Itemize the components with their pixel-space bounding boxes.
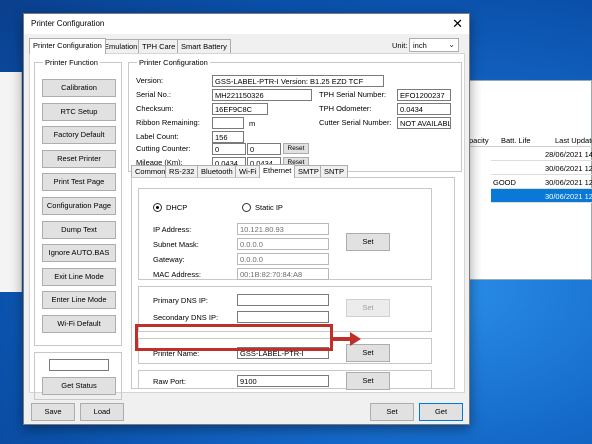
title-bar: Printer Configuration ✕ — [24, 14, 469, 34]
dump-text-button[interactable]: Dump Text — [42, 221, 116, 239]
printer-configuration-dialog: Printer Configuration ✕ Printer Configur… — [23, 13, 470, 425]
tab-smtp[interactable]: SMTP — [294, 165, 323, 177]
tab-printer-configuration[interactable]: Printer Configuration — [29, 38, 106, 54]
label-count-field[interactable]: 156 — [212, 131, 244, 143]
save-button[interactable]: Save — [31, 403, 75, 421]
enter-line-mode-button[interactable]: Enter Line Mode — [42, 291, 116, 309]
calibration-button[interactable]: Calibration — [42, 79, 116, 97]
gateway-field[interactable]: 0.0.0.0 — [237, 253, 329, 265]
group-title: Printer Configuration — [137, 58, 210, 67]
set-dns-button[interactable]: Set — [346, 299, 390, 317]
tab-ethernet[interactable]: Ethernet — [259, 164, 296, 178]
set-ip-button[interactable]: Set — [346, 233, 390, 251]
red-arrow-icon — [332, 332, 361, 346]
configuration-page-button[interactable]: Configuration Page — [42, 197, 116, 215]
ignore-autobas-button[interactable]: Ignore AUTO.BAS — [42, 244, 116, 262]
status-field[interactable] — [49, 359, 109, 371]
tab-rs232[interactable]: RS-232 — [165, 165, 199, 177]
factory-default-button[interactable]: Factory Default — [42, 126, 116, 144]
load-button[interactable]: Load — [80, 403, 124, 421]
tab-sntp[interactable]: SNTP — [320, 165, 349, 177]
cutting-counter-field-a[interactable]: 0 — [212, 143, 246, 155]
table-row[interactable]: 28/06/2021 14: — [491, 147, 592, 161]
tab-common[interactable]: Common — [131, 165, 170, 177]
table-row[interactable]: GOOD 30/06/2021 12: — [491, 175, 592, 189]
status-group: Get Status — [34, 352, 122, 400]
column-last-update: Last Update — [555, 136, 592, 145]
cutter-serial-field[interactable]: NOT AVAILABLE — [397, 117, 451, 129]
dhcp-radio[interactable] — [153, 203, 162, 212]
tab-bluetooth[interactable]: Bluetooth — [197, 165, 237, 177]
tab-emulation[interactable]: Emulation — [100, 39, 142, 53]
background-window-edge — [0, 72, 22, 292]
table-row[interactable]: 30/06/2021 12: — [491, 161, 592, 175]
unit-select[interactable]: inch ⌄ — [409, 38, 459, 52]
serial-number-field[interactable]: MH221150326 — [212, 89, 312, 101]
window-title: Printer Configuration — [31, 19, 105, 28]
rtc-setup-button[interactable]: RTC Setup — [42, 103, 116, 121]
group-title: Printer Function — [43, 58, 100, 67]
subnet-mask-field[interactable]: 0.0.0.0 — [237, 238, 329, 250]
wifi-default-button[interactable]: Wi-Fi Default — [42, 315, 116, 333]
mac-address-field[interactable]: 00:1B:82:70:84:A8 — [237, 268, 329, 280]
column-capacity: pacity — [469, 136, 489, 145]
reset-cutting-button[interactable]: Reset — [283, 143, 309, 154]
raw-port-group: Raw Port: 9100 Set — [138, 370, 432, 390]
primary-dns-field[interactable] — [237, 294, 329, 306]
print-test-page-button[interactable]: Print Test Page — [42, 173, 116, 191]
exit-line-mode-button[interactable]: Exit Line Mode — [42, 268, 116, 286]
table-row-selected[interactable]: 30/06/2021 12: — [491, 189, 592, 203]
tab-smart-battery[interactable]: Smart Battery — [177, 39, 231, 53]
close-icon[interactable]: ✕ — [452, 16, 463, 32]
cutting-counter-field-b[interactable]: 0 — [247, 143, 281, 155]
tph-serial-field[interactable]: EFO1200237 — [397, 89, 451, 101]
ip-address-field[interactable]: 10.121.80.93 — [237, 223, 329, 235]
unit-label: Unit: — [392, 41, 408, 50]
set-button[interactable]: Set — [370, 403, 414, 421]
reset-printer-button[interactable]: Reset Printer — [42, 150, 116, 168]
version-field[interactable]: GSS-LABEL-PTR-I Version: B1.25 EZD TCF — [212, 75, 384, 87]
get-button[interactable]: Get — [419, 403, 463, 421]
printer-configuration-group: Printer Configuration Version: GSS-LABEL… — [128, 58, 462, 172]
checksum-field[interactable]: 16EF9C8C — [212, 103, 268, 115]
static-ip-radio[interactable] — [242, 203, 251, 212]
tph-odometer-field[interactable]: 0.0434 — [397, 103, 451, 115]
ethernet-page: DHCP Static IP IP Address: 10.121.80.93 … — [131, 177, 455, 390]
get-status-button[interactable]: Get Status — [42, 377, 116, 395]
chevron-down-icon: ⌄ — [448, 40, 455, 49]
printer-name-highlight — [135, 324, 333, 351]
secondary-dns-field[interactable] — [237, 311, 329, 323]
set-raw-port-button[interactable]: Set — [346, 372, 390, 390]
ip-group: DHCP Static IP IP Address: 10.121.80.93 … — [138, 188, 432, 280]
ribbon-remaining-field[interactable] — [212, 117, 244, 129]
tab-tph-care[interactable]: TPH Care — [138, 39, 180, 53]
printer-function-group: Printer Function Calibration RTC Setup F… — [34, 58, 122, 346]
tab-wifi[interactable]: Wi-Fi — [235, 165, 261, 177]
column-batt-life: Batt. Life — [501, 136, 531, 145]
raw-port-field[interactable]: 9100 — [237, 375, 329, 387]
